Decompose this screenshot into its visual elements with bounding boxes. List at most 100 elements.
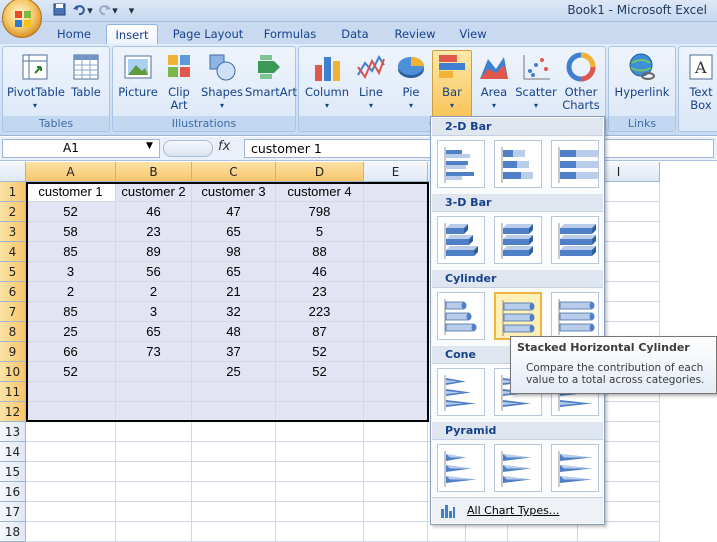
cell[interactable]: 58 — [26, 222, 116, 242]
picture-button[interactable]: Picture — [117, 51, 159, 99]
cell[interactable] — [276, 402, 364, 422]
cell[interactable] — [192, 522, 276, 542]
cell[interactable]: 2 — [26, 282, 116, 302]
cell[interactable]: 3 — [26, 262, 116, 282]
pyramid-100-stacked-thumbnail[interactable] — [551, 444, 599, 492]
textbox-button[interactable]: A Text Box — [683, 51, 717, 112]
cell[interactable]: customer 3 — [192, 182, 276, 202]
all-chart-types-link[interactable]: All Chart Types... — [432, 497, 603, 523]
cell[interactable]: 5 — [276, 222, 364, 242]
tab-formulas[interactable]: Formulas — [258, 24, 322, 44]
cell[interactable]: 47 — [192, 202, 276, 222]
row-header[interactable]: 10 — [0, 362, 26, 382]
cell[interactable] — [192, 462, 276, 482]
cell[interactable]: 2 — [116, 282, 192, 302]
row-header[interactable]: 18 — [0, 522, 26, 542]
cell[interactable] — [364, 342, 428, 362]
cell[interactable] — [364, 382, 428, 402]
cell[interactable]: 21 — [192, 282, 276, 302]
cell[interactable]: 87 — [276, 322, 364, 342]
cell[interactable] — [276, 422, 364, 442]
cell[interactable] — [26, 522, 116, 542]
cell[interactable] — [364, 402, 428, 422]
undo-dropdown-icon[interactable]: ▾ — [85, 3, 95, 18]
row-header[interactable]: 5 — [0, 262, 26, 282]
cell[interactable] — [116, 362, 192, 382]
cell[interactable] — [364, 522, 428, 542]
cell[interactable]: 23 — [116, 222, 192, 242]
cone-clustered-thumbnail[interactable] — [437, 368, 485, 416]
cell[interactable] — [276, 482, 364, 502]
insert-function-icon[interactable]: fx — [218, 139, 230, 154]
cell[interactable] — [116, 422, 192, 442]
table-button[interactable]: Table — [65, 51, 107, 99]
row-header[interactable]: 15 — [0, 462, 26, 482]
cell[interactable] — [116, 482, 192, 502]
cell[interactable] — [428, 522, 466, 542]
cell[interactable] — [26, 482, 116, 502]
name-box[interactable]: A1 — [2, 139, 160, 158]
row-header[interactable]: 14 — [0, 442, 26, 462]
cell[interactable] — [26, 502, 116, 522]
cell[interactable] — [364, 502, 428, 522]
row-header[interactable]: 8 — [0, 322, 26, 342]
cell[interactable] — [276, 382, 364, 402]
cell[interactable] — [26, 422, 116, 442]
cell[interactable]: 46 — [276, 262, 364, 282]
cell[interactable] — [192, 422, 276, 442]
cell[interactable]: 25 — [192, 362, 276, 382]
row-header[interactable]: 17 — [0, 502, 26, 522]
cell[interactable]: customer 1 — [26, 182, 116, 202]
cell[interactable] — [116, 382, 192, 402]
cell[interactable]: customer 4 — [276, 182, 364, 202]
clipart-button[interactable]: Clip Art — [163, 51, 195, 112]
cell[interactable]: 56 — [116, 262, 192, 282]
column-chart-button[interactable]: Column ▾ — [303, 51, 351, 112]
row-header[interactable]: 3 — [0, 222, 26, 242]
save-icon[interactable] — [52, 3, 67, 18]
bar-2d-clustered-thumbnail[interactable] — [437, 140, 485, 188]
column-header[interactable]: C — [192, 162, 276, 182]
cell[interactable]: 73 — [116, 342, 192, 362]
cell[interactable]: 48 — [192, 322, 276, 342]
bar-3d-clustered-thumbnail[interactable] — [437, 216, 485, 264]
row-header[interactable]: 1 — [0, 182, 26, 202]
cell[interactable]: 52 — [26, 362, 116, 382]
cell[interactable]: 66 — [26, 342, 116, 362]
cell[interactable] — [364, 422, 428, 442]
cell[interactable]: 798 — [276, 202, 364, 222]
cell[interactable] — [364, 202, 428, 222]
cell[interactable] — [116, 442, 192, 462]
shapes-button[interactable]: Shapes ▾ — [201, 51, 243, 112]
cell[interactable] — [364, 462, 428, 482]
cell[interactable] — [26, 462, 116, 482]
scatter-chart-button[interactable]: Scatter ▾ — [515, 51, 557, 112]
redo-dropdown-icon[interactable]: ▾ — [110, 3, 120, 18]
cell[interactable] — [116, 502, 192, 522]
cylinder-stacked-thumbnail[interactable] — [494, 292, 542, 340]
column-header[interactable]: E — [364, 162, 428, 182]
area-chart-button[interactable]: Area ▾ — [475, 51, 513, 112]
name-box-dropdown-icon[interactable]: ▼ — [146, 141, 153, 151]
cell[interactable]: 65 — [192, 262, 276, 282]
pyramid-stacked-thumbnail[interactable] — [494, 444, 542, 492]
cell[interactable] — [192, 482, 276, 502]
cell[interactable] — [364, 302, 428, 322]
cell[interactable] — [276, 442, 364, 462]
line-chart-button[interactable]: Line ▾ — [353, 51, 389, 112]
cell[interactable] — [276, 462, 364, 482]
cell[interactable]: 32 — [192, 302, 276, 322]
cell[interactable] — [364, 182, 428, 202]
cell[interactable]: 3 — [116, 302, 192, 322]
smartart-button[interactable]: SmartArt — [245, 51, 297, 99]
formula-bar-expand-handle[interactable] — [163, 140, 213, 157]
row-header[interactable]: 11 — [0, 382, 26, 402]
cell[interactable] — [192, 502, 276, 522]
tab-view[interactable]: View — [452, 24, 494, 44]
bar-2d-100-stacked-thumbnail[interactable] — [551, 140, 599, 188]
tab-review[interactable]: Review — [386, 24, 444, 44]
cell[interactable] — [192, 402, 276, 422]
pivottable-button[interactable]: PivotTable ▾ — [7, 51, 65, 112]
pie-chart-button[interactable]: Pie ▾ — [393, 51, 429, 112]
cell[interactable] — [466, 522, 508, 542]
